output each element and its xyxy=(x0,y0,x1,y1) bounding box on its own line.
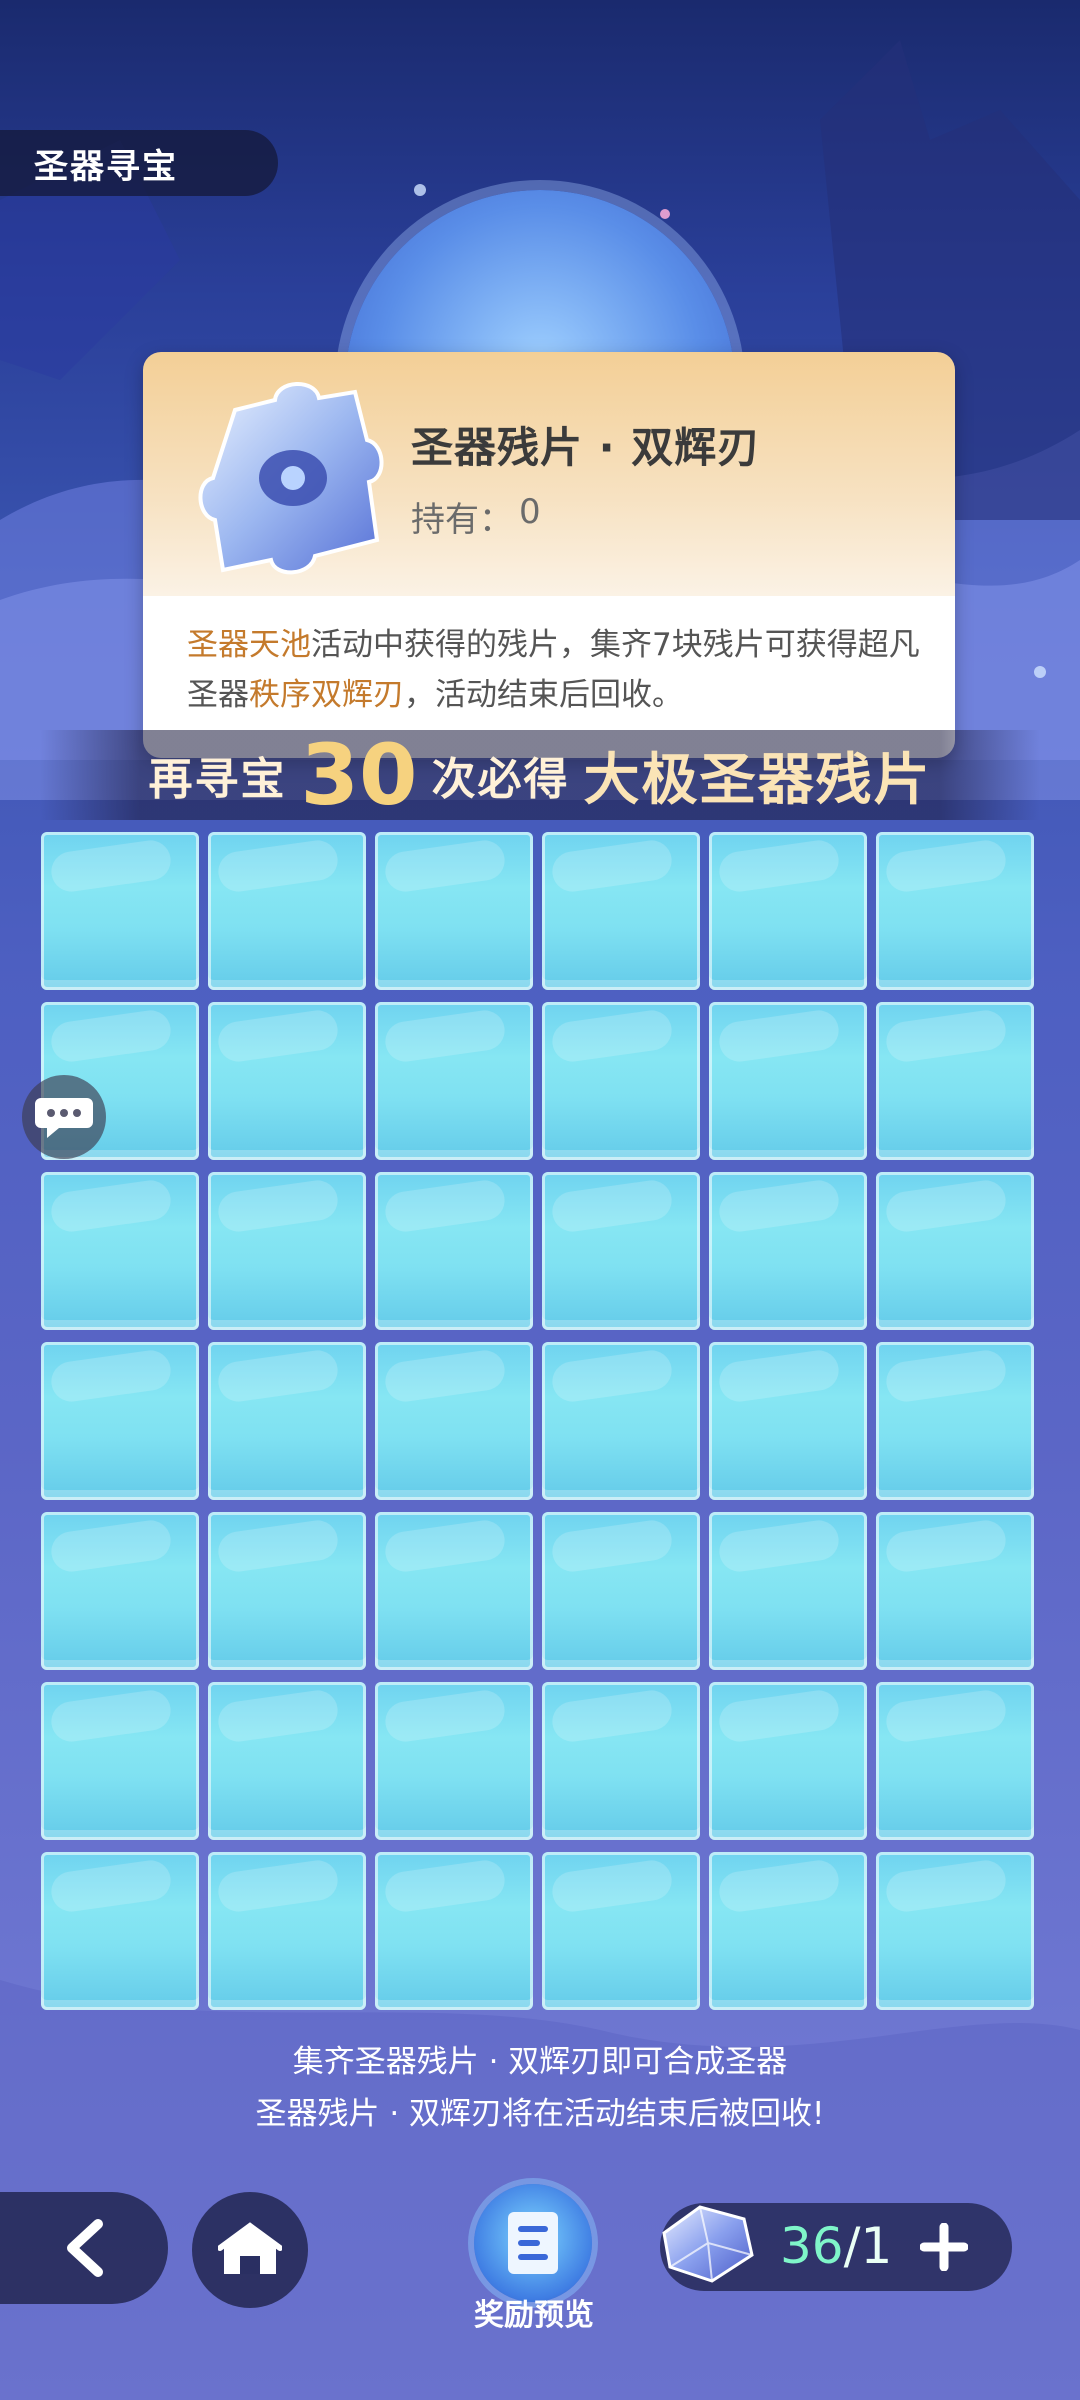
treasure-tile[interactable] xyxy=(375,1002,533,1160)
treasure-tile[interactable] xyxy=(542,1512,700,1670)
rewards-preview-label: 奖励预览 xyxy=(474,2298,594,2333)
treasure-tile[interactable] xyxy=(709,1172,867,1330)
treasure-tile[interactable] xyxy=(542,1002,700,1160)
treasure-tile[interactable] xyxy=(709,1342,867,1500)
treasure-tile[interactable] xyxy=(208,1342,366,1500)
treasure-tile[interactable] xyxy=(41,832,199,990)
plus-icon xyxy=(920,2223,968,2271)
back-button[interactable] xyxy=(0,2192,168,2304)
add-draws-button[interactable] xyxy=(916,2219,972,2275)
gem-icon xyxy=(662,2205,754,2283)
item-description-highlight-artifact: 秩序双辉刃 xyxy=(249,677,404,713)
treasure-tile[interactable] xyxy=(542,1682,700,1840)
treasure-tile[interactable] xyxy=(208,1512,366,1670)
treasure-tile[interactable] xyxy=(709,832,867,990)
footer-note-line-1: 集齐圣器残片 · 双辉刃即可合成圣器 xyxy=(292,2044,788,2080)
treasure-tile[interactable] xyxy=(208,832,366,990)
treasure-tile[interactable] xyxy=(709,1682,867,1840)
treasure-tile[interactable] xyxy=(876,1342,1034,1500)
draw-counter-total: 1 xyxy=(860,2217,893,2275)
draw-counter-value: 36/1 xyxy=(780,2215,892,2277)
item-owned-value: 0 xyxy=(519,492,541,532)
home-icon xyxy=(218,2222,282,2274)
treasure-tile[interactable] xyxy=(375,1852,533,2010)
item-description-text-2: ，活动结束后回收。 xyxy=(404,677,683,713)
treasure-tile[interactable] xyxy=(876,1852,1034,2010)
treasure-tile[interactable] xyxy=(375,832,533,990)
pity-banner-suffix: 大极圣器残片 xyxy=(583,747,932,813)
puzzle-piece-icon xyxy=(198,382,384,575)
page-title: 圣器寻宝 xyxy=(34,146,178,187)
item-tooltip: 圣器残片 · 双辉刃 持有： 0 圣器天池活动中获得的残片，集齐7块残片可获得超… xyxy=(143,352,955,758)
pity-banner-prefix: 再寻宝 xyxy=(148,754,287,805)
footer-note: 集齐圣器残片 · 双辉刃即可合成圣器 圣器残片 · 双辉刃将在活动结束后被回收! xyxy=(0,2036,1080,2140)
treasure-tile[interactable] xyxy=(375,1512,533,1670)
treasure-tile[interactable] xyxy=(375,1172,533,1330)
treasure-tile[interactable] xyxy=(542,1852,700,2010)
treasure-tile[interactable] xyxy=(542,832,700,990)
treasure-tile[interactable] xyxy=(375,1342,533,1500)
pity-banner-middle: 次必得 xyxy=(431,754,570,805)
draw-counter-current: 36 xyxy=(780,2217,844,2275)
item-description-highlight-pool: 圣器天池 xyxy=(187,627,311,663)
footer-note-line-2: 圣器残片 · 双辉刃将在活动结束后被回收! xyxy=(255,2096,825,2132)
item-description: 圣器天池活动中获得的残片，集齐7块残片可获得超凡圣器秩序双辉刃，活动结束后回收。 xyxy=(187,620,927,720)
treasure-tile[interactable] xyxy=(876,1002,1034,1160)
treasure-grid xyxy=(41,832,1041,2010)
treasure-tile[interactable] xyxy=(876,1682,1034,1840)
treasure-tile[interactable] xyxy=(709,1852,867,2010)
item-owned: 持有： 0 xyxy=(411,492,541,541)
pity-banner: 再寻宝 30 次必得 大极圣器残片 xyxy=(40,730,1040,820)
list-icon xyxy=(508,2212,558,2274)
treasure-tile[interactable] xyxy=(709,1002,867,1160)
treasure-tile[interactable] xyxy=(876,1512,1034,1670)
treasure-tile[interactable] xyxy=(208,1682,366,1840)
treasure-tile[interactable] xyxy=(208,1852,366,2010)
treasure-tile[interactable] xyxy=(41,1682,199,1840)
treasure-tile[interactable] xyxy=(876,1172,1034,1330)
treasure-tile[interactable] xyxy=(208,1172,366,1330)
treasure-tile[interactable] xyxy=(41,1852,199,2010)
item-owned-label: 持有： xyxy=(411,500,513,540)
page-title-pill: 圣器寻宝 xyxy=(0,130,278,196)
treasure-tile[interactable] xyxy=(542,1342,700,1500)
rewards-preview-button[interactable]: 奖励预览 xyxy=(464,2184,604,2333)
draw-counter-separator: / xyxy=(843,2217,861,2275)
item-name: 圣器残片 · 双辉刃 xyxy=(411,423,761,472)
treasure-tile[interactable] xyxy=(41,1512,199,1670)
home-button[interactable] xyxy=(192,2192,308,2308)
treasure-tile[interactable] xyxy=(41,1342,199,1500)
treasure-tile[interactable] xyxy=(208,1002,366,1160)
treasure-tile[interactable] xyxy=(876,832,1034,990)
treasure-tile[interactable] xyxy=(375,1682,533,1840)
treasure-tile[interactable] xyxy=(709,1512,867,1670)
chevron-left-icon xyxy=(67,2219,103,2277)
treasure-tile[interactable] xyxy=(41,1172,199,1330)
chat-bubble-icon xyxy=(35,1098,93,1138)
treasure-tile[interactable] xyxy=(542,1172,700,1330)
draw-counter: 36/1 xyxy=(660,2203,1012,2291)
pity-banner-number: 30 xyxy=(300,726,418,824)
chat-button[interactable] xyxy=(22,1075,106,1159)
rewards-preview-badge xyxy=(474,2184,592,2302)
